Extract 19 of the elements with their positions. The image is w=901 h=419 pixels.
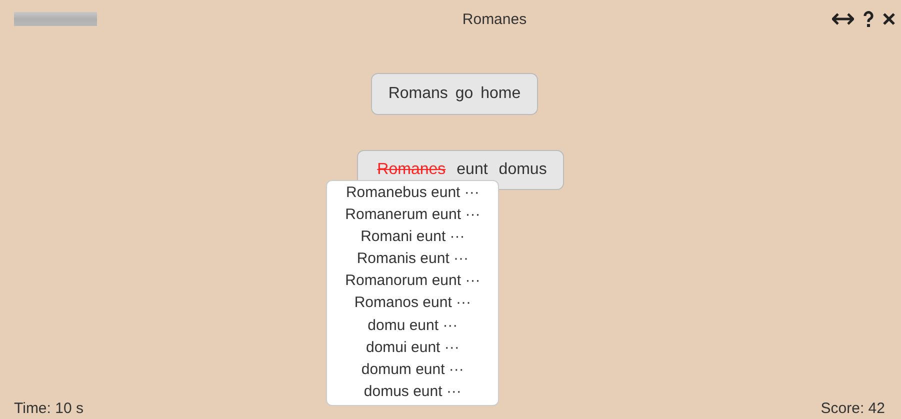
score-label: Score: 42 <box>820 400 885 416</box>
prompt-sentence: Romans go home <box>371 73 538 115</box>
page-title: Romanes <box>461 10 528 28</box>
suggestion-item[interactable]: Romani eunt ··· <box>360 226 465 248</box>
suggestion-item[interactable]: Romanis eunt ··· <box>356 248 469 270</box>
help-icon[interactable] <box>863 11 874 27</box>
suggestion-item[interactable]: Romanerum eunt ··· <box>345 204 480 226</box>
suggestion-item[interactable]: domus eunt ··· <box>364 380 462 403</box>
suggestion-item[interactable]: Romanos eunt ··· <box>354 292 472 315</box>
close-icon[interactable] <box>883 13 895 25</box>
time-label: Time: 10 s <box>14 400 84 416</box>
suggestion-item[interactable]: domum eunt ··· <box>361 358 464 381</box>
resize-icon[interactable] <box>832 12 854 26</box>
suggestion-item[interactable]: domu eunt ··· <box>368 314 458 337</box>
suggestion-item[interactable]: Romanorum eunt ··· <box>345 270 480 292</box>
suggestion-item[interactable]: domui eunt ··· <box>366 336 460 359</box>
answer-word[interactable]: domus <box>498 161 547 179</box>
answer-word[interactable]: eunt <box>456 161 488 179</box>
suggestion-item[interactable]: Romanebus eunt ··· <box>346 182 480 204</box>
